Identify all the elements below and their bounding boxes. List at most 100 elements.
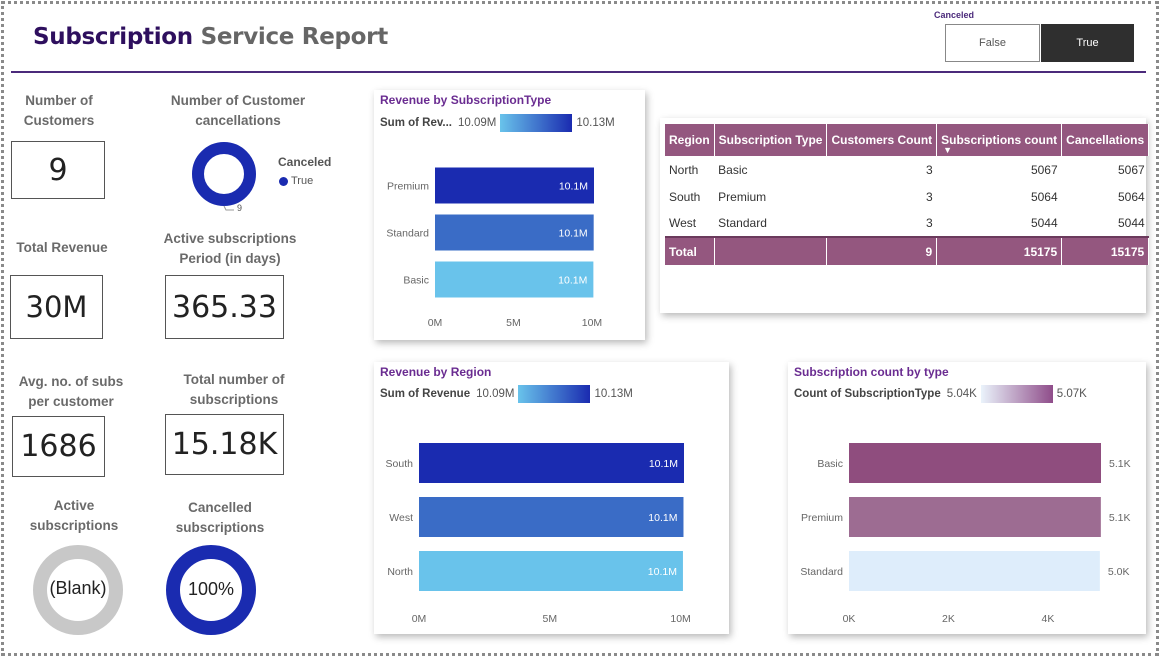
cell-subscription-type: Basic: [718, 162, 748, 177]
legend-min: 5.04K: [946, 388, 977, 400]
donut-cancellations-chart[interactable]: [188, 138, 268, 218]
category-label: Standard: [800, 566, 843, 578]
kpi-customers-value: 9: [11, 141, 105, 199]
bar-premium[interactable]: [849, 497, 1101, 537]
donut-cancellations-slice[interactable]: [192, 142, 256, 206]
total-label: Total: [665, 236, 715, 265]
bar-standard[interactable]: [849, 551, 1100, 591]
chart-card-revenue-by-region: Revenue by Region Sum of Revenue 10.09M …: [374, 362, 729, 634]
total-customers-count: 9: [826, 236, 938, 265]
x-tick-label: 10M: [670, 613, 690, 625]
cell-cancellations: 5067: [1117, 162, 1145, 177]
cell-cancellations: 5064: [1117, 189, 1145, 204]
cell-subscription-type: Premium: [718, 189, 767, 204]
bar-west[interactable]: [419, 497, 684, 537]
legend-gradient: [980, 385, 1053, 403]
x-tick-label: 4K: [1042, 613, 1055, 625]
x-tick-label: 10M: [582, 317, 602, 329]
data-label: 5.1K: [1109, 458, 1131, 470]
donut-cancelled-label: Cancelled subscriptions: [175, 500, 265, 535]
cell-subscriptions-count: 5044: [1030, 216, 1058, 230]
kpi-total-subs-label: Total number of subscriptions: [183, 372, 285, 407]
page-title: Subscription Service Report: [33, 24, 388, 50]
slicer-option-false[interactable]: False: [945, 24, 1040, 62]
category-label: Basic: [403, 275, 429, 287]
x-tick-label: 0M: [412, 613, 427, 625]
chart-plot-revenue-by-type[interactable]: Premium 10.1M Standard 10.1M Basic 10.1M 0M 5M 1…: [374, 140, 645, 335]
chart-plot-subscription-count[interactable]: Basic 5.1K Premium 5.1K Standard 5.0K 0K 2K 4K: [788, 412, 1146, 630]
cell-cancellations: 5044: [1117, 216, 1145, 230]
category-label: West: [389, 512, 413, 524]
col-header-cancellations[interactable]: Cancellations: [1061, 124, 1150, 156]
chart-plot-revenue-by-region[interactable]: South 10.1M West 10.1M North 10.1M 0M 5M 10M: [374, 412, 729, 630]
legend-max: 10.13M: [576, 117, 615, 129]
bar-north[interactable]: [419, 551, 683, 591]
kpi-revenue-label: Total Revenue: [16, 240, 108, 255]
total-subscriptions-count: 15175: [936, 236, 1063, 265]
donut-cancelled-center: 100%: [187, 579, 235, 599]
data-label: 5.0K: [1108, 566, 1130, 578]
kpi-total-subs-value: 15.18K: [165, 414, 284, 475]
legend-measure: Sum of Revenue: [380, 388, 471, 400]
data-label: 10.1M: [559, 181, 588, 193]
category-label: South: [386, 458, 414, 470]
chart-legend: Sum of Rev... 10.09M 10.13M: [380, 114, 615, 132]
cell-customers-count: 3: [925, 189, 933, 204]
legend-measure: Sum of Rev...: [380, 117, 452, 129]
table-header-row: Region Subscription Type Customers Count…: [665, 124, 1150, 156]
kpi-active-period-label: Active subscriptions Period (in days): [163, 231, 297, 266]
kpi-active-period-value: 365.33: [165, 275, 284, 339]
kpi-revenue-value: 30M: [10, 275, 103, 339]
sort-descending-icon[interactable]: ▼: [943, 145, 952, 155]
table-row[interactable]: South Premium 3 5064 5064: [665, 183, 1149, 210]
chart-title: Revenue by SubscriptionType: [380, 93, 552, 107]
cell-customers-count: 3: [925, 162, 933, 177]
donut-cancellations-data-label: 9: [237, 203, 243, 213]
chart-legend: Count of SubscriptionType 5.04K 5.07K: [794, 385, 1087, 403]
x-tick-label: 5M: [543, 613, 558, 625]
legend-measure: Count of SubscriptionType: [794, 388, 941, 400]
legend-max: 5.07K: [1056, 388, 1087, 400]
donut-cancellations-label: Number of Customer cancellations: [170, 93, 306, 128]
data-label: 10.1M: [648, 512, 677, 524]
category-label: Standard: [386, 228, 429, 240]
bar-basic[interactable]: [849, 443, 1101, 483]
slicer-label: Canceled: [934, 10, 975, 20]
kpi-avg-subs-label: Avg. no. of subs per customer: [18, 374, 124, 409]
legend-dot-icon: [279, 176, 288, 186]
cell-region: South: [669, 189, 701, 204]
legend-min: 10.09M: [476, 388, 515, 400]
header-divider: [11, 71, 1146, 73]
cell-customers-count: 3: [925, 216, 933, 230]
chart-title: Revenue by Region: [380, 365, 492, 379]
legend-gradient: [500, 114, 573, 132]
data-label: 10.1M: [558, 275, 587, 287]
cell-subscription-type: Standard: [718, 216, 767, 230]
category-label: Premium: [387, 181, 429, 193]
total-cancellations: 15175: [1061, 236, 1150, 265]
cell-subscriptions-count: 5064: [1030, 189, 1058, 204]
table-card: Region Subscription Type Customers Count…: [660, 118, 1150, 313]
slicer-option-true[interactable]: True: [1041, 24, 1134, 62]
x-tick-label: 0M: [428, 317, 443, 329]
bar-south[interactable]: [419, 443, 684, 483]
table-row[interactable]: West Standard 3 5044 5044: [665, 210, 1149, 237]
category-label: Basic: [817, 458, 843, 470]
cell-region: North: [669, 162, 699, 177]
x-tick-label: 0K: [843, 613, 856, 625]
donut-legend-title: Canceled: [278, 155, 332, 169]
col-header-customers-count[interactable]: Customers Count: [826, 124, 938, 156]
chart-card-revenue-by-type: Revenue by SubscriptionType Sum of Rev..…: [374, 90, 645, 340]
col-header-subscriptions-count[interactable]: Subscriptions count ▼: [936, 124, 1063, 156]
data-label: 10.1M: [558, 228, 587, 240]
table-row[interactable]: North Basic 3 5067 5067: [665, 156, 1149, 183]
x-tick-label: 5M: [506, 317, 521, 329]
title-part-1: Subscription: [33, 24, 193, 50]
donut-legend-item[interactable]: True: [279, 175, 313, 187]
donut-legend-item-label: True: [291, 175, 314, 187]
col-header-region[interactable]: Region: [665, 124, 715, 156]
kpi-avg-subs-value: 1686: [12, 416, 105, 477]
donut-leader-line: [223, 205, 234, 211]
col-header-subscription-type[interactable]: Subscription Type: [714, 124, 828, 156]
data-label: 10.1M: [649, 458, 678, 470]
